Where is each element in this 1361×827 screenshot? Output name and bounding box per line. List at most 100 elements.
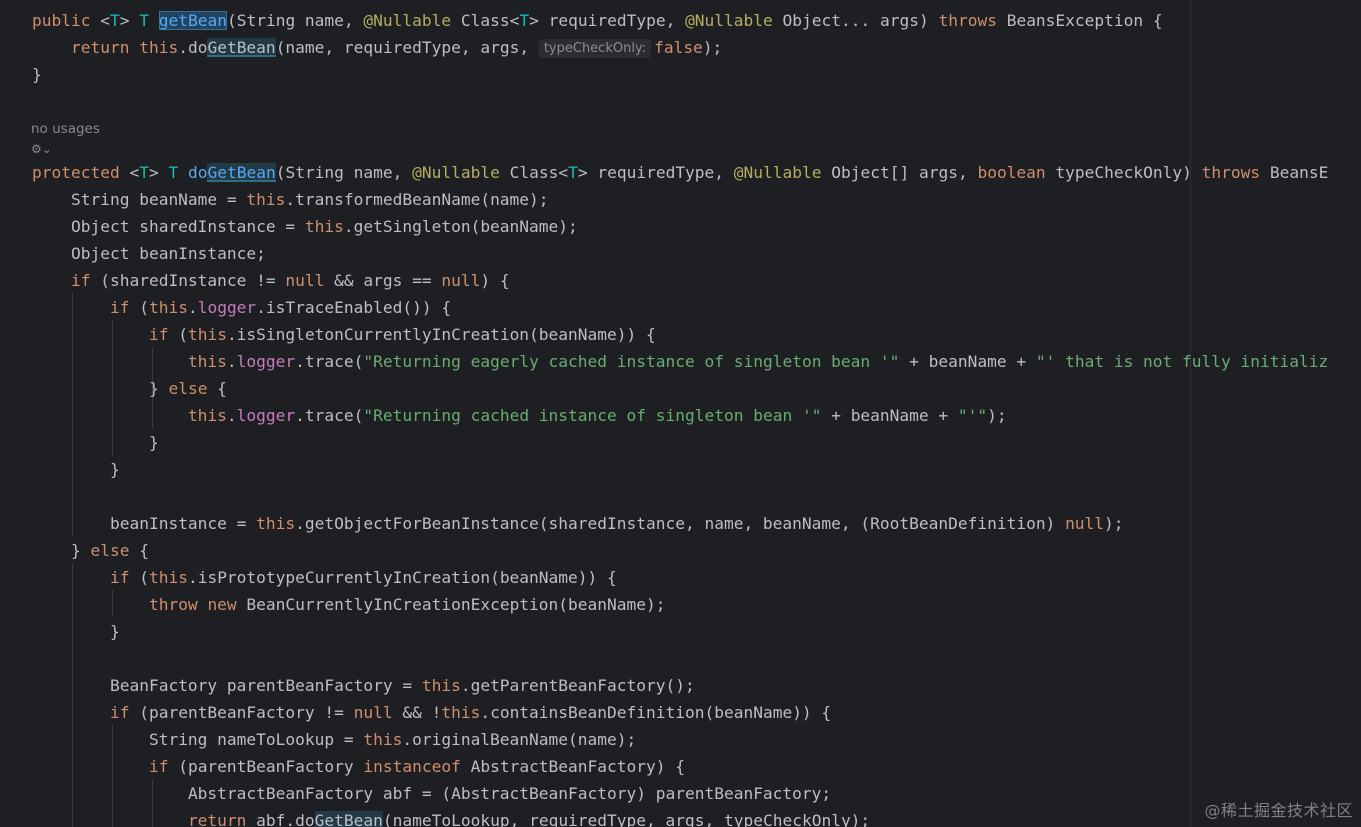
keyword: if bbox=[109, 298, 130, 317]
token: ); bbox=[987, 406, 1007, 425]
keyword: if bbox=[148, 757, 169, 776]
token: BeansException { bbox=[996, 11, 1163, 30]
keyword: this bbox=[148, 568, 188, 587]
keyword: this bbox=[187, 406, 227, 425]
token: ); bbox=[1104, 514, 1124, 533]
token: ) { bbox=[480, 271, 510, 290]
code-line[interactable]: } bbox=[32, 61, 42, 88]
keyword: this bbox=[187, 325, 227, 344]
code-line[interactable]: String beanName = this.transformedBeanNa… bbox=[32, 186, 549, 213]
token: (nameToLookup, requiredType, args, typeC… bbox=[382, 811, 871, 827]
code-vision-icon[interactable]: ⚙⌄ bbox=[31, 142, 52, 156]
keyword: null bbox=[353, 703, 393, 722]
keyword: this bbox=[256, 514, 296, 533]
token: . bbox=[226, 352, 237, 371]
keyword: this bbox=[139, 38, 179, 57]
code-line[interactable]: return abf.doGetBean(nameToLookup, requi… bbox=[32, 807, 870, 827]
code-line[interactable]: } bbox=[32, 429, 159, 456]
type-parameter: T bbox=[109, 11, 120, 30]
token: > requiredType, bbox=[577, 163, 734, 182]
token: } bbox=[109, 460, 120, 479]
method-call-highlight[interactable]: GetBean bbox=[207, 38, 276, 57]
token: + beanName + bbox=[821, 406, 958, 425]
token: } bbox=[109, 622, 120, 641]
annotation: @Nullable bbox=[412, 163, 500, 182]
code-line[interactable]: if (parentBeanFactory != null && !this.c… bbox=[32, 699, 831, 726]
code-line[interactable]: } bbox=[32, 618, 120, 645]
keyword: throw bbox=[148, 595, 198, 614]
string-literal: "' that is not fully initializ bbox=[1035, 352, 1329, 371]
keyword: return bbox=[187, 811, 247, 827]
method-name-highlight[interactable]: GetBean bbox=[207, 163, 276, 182]
token: && args == bbox=[324, 271, 442, 290]
token: AbstractBeanFactory) { bbox=[460, 757, 685, 776]
code-line[interactable]: this.logger.trace("Returning eagerly cac… bbox=[32, 348, 1328, 375]
keyword: protected bbox=[32, 163, 120, 182]
token: } bbox=[148, 433, 159, 452]
token: .do bbox=[178, 38, 208, 57]
code-line[interactable]: if (this.isSingletonCurrentlyInCreation(… bbox=[32, 321, 656, 348]
code-editor[interactable]: public <T> T getBean(String name, @Nulla… bbox=[0, 0, 1361, 827]
token: ); bbox=[702, 38, 723, 57]
method-call-highlight[interactable]: GetBean bbox=[314, 811, 383, 827]
token: < bbox=[100, 11, 110, 30]
code-line[interactable]: return this.doGetBean(name, requiredType… bbox=[32, 34, 722, 61]
string-literal: "Returning cached instance of singleton … bbox=[363, 406, 822, 425]
code-line[interactable]: public <T> T getBean(String name, @Nulla… bbox=[32, 7, 1163, 34]
token: BeanFactory parentBeanFactory = bbox=[109, 676, 422, 695]
code-line[interactable]: Object beanInstance; bbox=[32, 240, 266, 267]
keyword: else bbox=[90, 541, 130, 560]
token: } bbox=[148, 379, 169, 398]
code-line[interactable]: if (sharedInstance != null && args == nu… bbox=[32, 267, 510, 294]
code-line[interactable]: if (this.isPrototypeCurrentlyInCreation(… bbox=[32, 564, 617, 591]
token: { bbox=[207, 379, 227, 398]
code-line[interactable]: } else { bbox=[32, 375, 227, 402]
code-line[interactable]: beanInstance = this.getObjectForBeanInst… bbox=[32, 510, 1124, 537]
parameter-hint: typeCheckOnly: bbox=[538, 39, 652, 58]
keyword: this bbox=[304, 217, 344, 236]
keyword: null bbox=[1065, 514, 1105, 533]
keyword: if bbox=[109, 703, 130, 722]
code-line[interactable]: AbstractBeanFactory abf = (AbstractBeanF… bbox=[32, 780, 831, 807]
type-parameter: T bbox=[139, 163, 149, 182]
token: && ! bbox=[392, 703, 442, 722]
code-line[interactable]: if (parentBeanFactory instanceof Abstrac… bbox=[32, 753, 685, 780]
token: .containsBeanDefinition(beanName)) { bbox=[480, 703, 832, 722]
token: BeansE bbox=[1260, 163, 1329, 182]
code-line[interactable]: Object sharedInstance = this.getSingleto… bbox=[32, 213, 578, 240]
token: Object sharedInstance = bbox=[70, 217, 305, 236]
keyword: this bbox=[421, 676, 461, 695]
annotation: @Nullable bbox=[363, 11, 452, 30]
keyword: this bbox=[246, 190, 286, 209]
keyword: this bbox=[187, 352, 227, 371]
field: logger bbox=[197, 298, 257, 317]
code-line[interactable]: this.logger.trace("Returning cached inst… bbox=[32, 402, 1007, 429]
method-name[interactable]: getBean bbox=[158, 11, 227, 30]
token: ( bbox=[129, 568, 149, 587]
code-line[interactable]: } bbox=[32, 456, 120, 483]
usages-lens[interactable]: no usages bbox=[31, 119, 100, 139]
token: AbstractBeanFactory abf = (AbstractBeanF… bbox=[187, 784, 832, 803]
token: .isTraceEnabled()) { bbox=[256, 298, 452, 317]
code-line[interactable]: String nameToLookup = this.originalBeanN… bbox=[32, 726, 636, 753]
token: String beanName = bbox=[70, 190, 247, 209]
field: logger bbox=[236, 406, 296, 425]
code-line[interactable]: BeanFactory parentBeanFactory = this.get… bbox=[32, 672, 695, 699]
code-line[interactable]: throw new BeanCurrentlyInCreationExcepti… bbox=[32, 591, 666, 618]
token: > bbox=[148, 163, 159, 182]
string-literal: "'" bbox=[957, 406, 988, 425]
token: Object[] args, bbox=[821, 163, 978, 182]
code-line[interactable]: protected <T> T doGetBean(String name, @… bbox=[32, 159, 1328, 186]
keyword: if bbox=[109, 568, 130, 587]
code-line[interactable]: } else { bbox=[32, 537, 149, 564]
keyword: public bbox=[32, 11, 91, 30]
type-parameter: T bbox=[139, 11, 149, 30]
token: .isSingletonCurrentlyInCreation(beanName… bbox=[226, 325, 656, 344]
keyword: if bbox=[70, 271, 91, 290]
code-line[interactable]: if (this.logger.isTraceEnabled()) { bbox=[32, 294, 451, 321]
keyword: null bbox=[285, 271, 325, 290]
token: abf.do bbox=[246, 811, 315, 827]
token: .getObjectForBeanInstance(sharedInstance… bbox=[295, 514, 1066, 533]
token: Object beanInstance; bbox=[70, 244, 266, 263]
